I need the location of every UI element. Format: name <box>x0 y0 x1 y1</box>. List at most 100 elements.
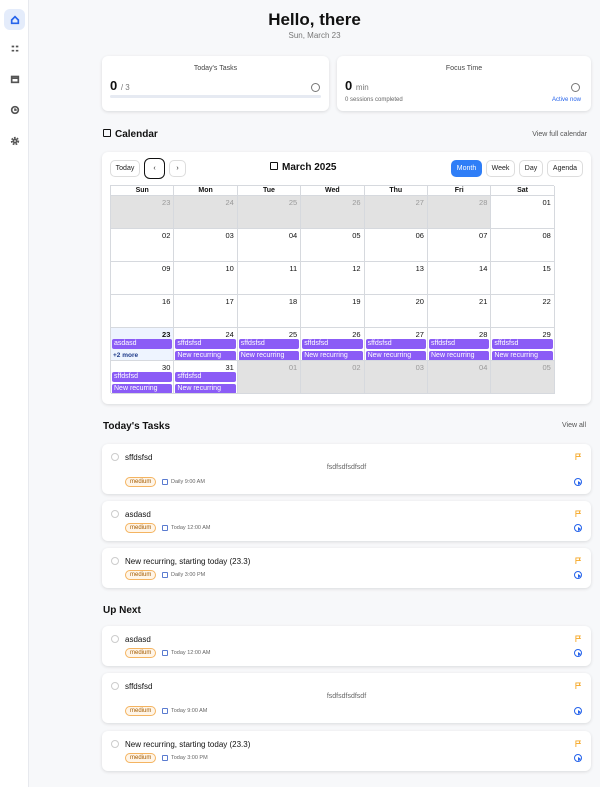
calendar-event[interactable]: New recurring <box>175 384 236 393</box>
sidebar-item-focus[interactable] <box>4 99 25 120</box>
task-checkbox[interactable] <box>111 557 119 565</box>
day-cell[interactable]: 11 <box>237 262 302 295</box>
day-cell[interactable]: 06 <box>364 229 428 262</box>
start-focus-icon[interactable] <box>574 478 582 486</box>
today-tasks-stat-card[interactable]: Today's Tasks 0 / 3 <box>102 56 329 111</box>
start-focus-icon[interactable] <box>574 754 582 762</box>
day-cell[interactable]: 23 <box>111 196 175 229</box>
flag-icon[interactable] <box>575 557 582 564</box>
day-cell[interactable]: 02 <box>301 361 365 394</box>
flag-icon[interactable] <box>575 453 582 460</box>
view-full-calendar-link[interactable]: View full calendar <box>532 131 587 138</box>
day-cell[interactable]: 31 sffdsfsd New recurring <box>174 361 238 394</box>
day-cell[interactable]: 16 <box>111 295 175 328</box>
day-cell[interactable]: 19 <box>301 295 365 328</box>
day-cell[interactable]: 21 <box>428 295 492 328</box>
view-month-button[interactable]: Month <box>451 160 482 177</box>
calendar-event[interactable]: New recurring <box>429 351 490 360</box>
day-cell[interactable]: 26 sffdsfsd New recurring <box>301 328 365 361</box>
day-cell[interactable]: 12 <box>301 262 365 295</box>
day-cell[interactable]: 27 sffdsfsd New recurring <box>364 328 428 361</box>
calendar-event[interactable]: New recurring <box>492 351 553 360</box>
flag-icon[interactable] <box>575 635 582 642</box>
start-focus-icon[interactable] <box>574 524 582 532</box>
more-events-link[interactable]: +2 more <box>113 352 138 359</box>
start-focus-icon[interactable] <box>574 571 582 579</box>
day-cell[interactable]: 02 <box>111 229 175 262</box>
calendar-event[interactable]: sffdsfsd <box>175 339 236 349</box>
day-cell[interactable]: 26 <box>301 196 365 229</box>
calendar-event[interactable]: sffdsfsd <box>365 339 426 349</box>
flag-icon[interactable] <box>575 740 582 747</box>
calendar-event[interactable]: sffdsfsd <box>302 339 363 349</box>
day-cell[interactable]: 24 <box>174 196 238 229</box>
calendar-event[interactable]: sffdsfsd <box>112 372 173 382</box>
calendar-event[interactable]: New recurring <box>302 351 363 360</box>
task-checkbox[interactable] <box>111 682 119 690</box>
task-card[interactable]: New recurring, starting today (23.3) medi… <box>102 731 591 771</box>
day-cell[interactable]: 23 asdasd +2 more <box>111 328 175 361</box>
view-agenda-button[interactable]: Agenda <box>547 160 583 177</box>
task-card[interactable]: asdasd medium Today 12:00 AM <box>102 626 591 666</box>
task-card[interactable]: sffdsfsd fsdfsdfsdfsdf medium Today 9:00 AM <box>102 673 591 723</box>
day-cell[interactable]: 18 <box>237 295 302 328</box>
next-month-button[interactable]: › <box>169 160 186 177</box>
task-card[interactable]: asdasd medium Today 12:00 AM <box>102 501 591 541</box>
day-cell[interactable]: 29 sffdsfsd New recurring <box>491 328 555 361</box>
sidebar-item-tasks[interactable] <box>4 38 25 59</box>
day-cell[interactable]: 13 <box>364 262 428 295</box>
day-cell[interactable]: 01 <box>491 196 555 229</box>
day-cell[interactable]: 10 <box>174 262 238 295</box>
task-checkbox[interactable] <box>111 510 119 518</box>
day-cell[interactable]: 22 <box>491 295 555 328</box>
calendar-event[interactable]: New recurring <box>112 384 173 393</box>
day-cell[interactable]: 15 <box>491 262 555 295</box>
calendar-event[interactable]: New recurring <box>238 351 300 360</box>
day-cell[interactable]: 03 <box>174 229 238 262</box>
sidebar-item-calendar[interactable] <box>4 68 25 89</box>
sidebar-item-settings[interactable] <box>4 130 25 151</box>
day-cell[interactable]: 28 <box>428 196 492 229</box>
calendar-event[interactable]: New recurring <box>365 351 426 360</box>
day-cell[interactable]: 09 <box>111 262 175 295</box>
start-focus-icon[interactable] <box>574 649 582 657</box>
day-cell[interactable]: 07 <box>428 229 492 262</box>
focus-time-stat-card[interactable]: Focus Time 0 min 0 sessions completed Ac… <box>337 56 591 111</box>
calendar-event[interactable]: New recurring <box>175 351 236 360</box>
task-checkbox[interactable] <box>111 453 119 461</box>
calendar-event[interactable]: sffdsfsd <box>175 372 236 382</box>
task-checkbox[interactable] <box>111 635 119 643</box>
view-day-button[interactable]: Day <box>519 160 543 177</box>
day-cell[interactable]: 25 <box>237 196 302 229</box>
start-focus-icon[interactable] <box>574 707 582 715</box>
view-week-button[interactable]: Week <box>486 160 515 177</box>
calendar-event[interactable]: sffdsfsd <box>429 339 490 349</box>
calendar-event[interactable]: sffdsfsd <box>238 339 300 349</box>
day-cell[interactable]: 17 <box>174 295 238 328</box>
task-checkbox[interactable] <box>111 740 119 748</box>
day-cell[interactable]: 24 sffdsfsd New recurring <box>174 328 238 361</box>
flag-icon[interactable] <box>575 510 582 517</box>
sidebar-item-home[interactable] <box>4 9 25 30</box>
day-cell[interactable]: 01 <box>237 361 302 394</box>
day-cell[interactable]: 27 <box>364 196 428 229</box>
day-cell[interactable]: 30 sffdsfsd New recurring <box>111 361 175 394</box>
task-card[interactable]: New recurring, starting today (23.3) medi… <box>102 548 591 588</box>
day-cell[interactable]: 28 sffdsfsd New recurring <box>428 328 492 361</box>
day-cell[interactable]: 03 <box>364 361 428 394</box>
day-cell[interactable]: 05 <box>301 229 365 262</box>
day-cell[interactable]: 20 <box>364 295 428 328</box>
flag-icon[interactable] <box>575 682 582 689</box>
day-cell[interactable]: 04 <box>237 229 302 262</box>
today-button[interactable]: Today <box>110 160 140 177</box>
day-cell[interactable]: 14 <box>428 262 492 295</box>
task-card[interactable]: sffdsfsd fsdfsdfsdfsdf medium Daily 9:00 AM <box>102 444 591 494</box>
day-cell[interactable]: 05 <box>491 361 555 394</box>
day-cell[interactable]: 04 <box>428 361 492 394</box>
prev-month-button[interactable]: ‹ <box>144 158 165 179</box>
view-all-link[interactable]: View all <box>562 422 586 429</box>
calendar-event[interactable]: asdasd <box>112 339 173 349</box>
calendar-event[interactable]: sffdsfsd <box>492 339 553 349</box>
day-cell[interactable]: 08 <box>491 229 555 262</box>
day-cell[interactable]: 25 sffdsfsd New recurring <box>237 328 302 361</box>
